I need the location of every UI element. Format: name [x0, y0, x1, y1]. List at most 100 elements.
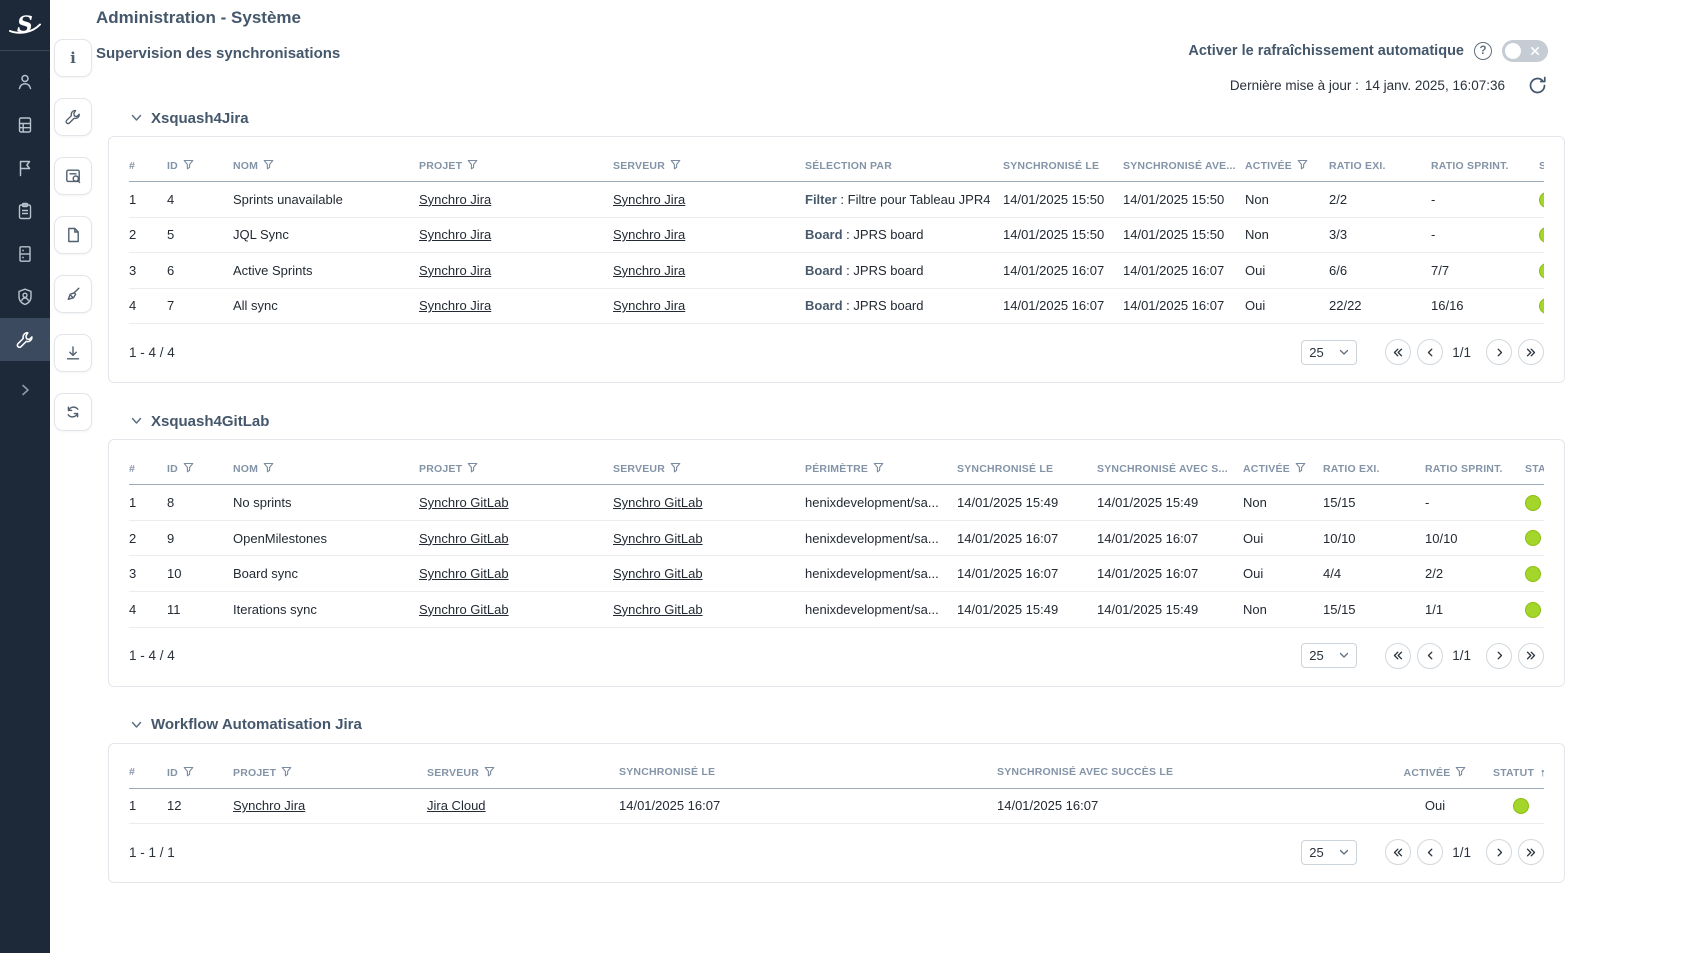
column-header-s-lection-par[interactable]: SÉLECTION PAR [805, 150, 1003, 182]
cell-link[interactable]: Synchro Jira [233, 798, 305, 813]
column-header-statut[interactable]: STATUT↑ [1539, 150, 1544, 182]
cell-link[interactable]: Synchro Jira [613, 227, 685, 242]
page-size-select[interactable]: 25 [1301, 643, 1357, 668]
cell-link[interactable]: Synchro GitLab [613, 495, 703, 510]
column-header-activ-e[interactable]: ACTIVÉE [1243, 453, 1323, 485]
filter-icon[interactable] [183, 159, 194, 170]
filter-icon[interactable] [1295, 462, 1306, 473]
sidebar-item-projects[interactable] [0, 103, 50, 146]
column-header-ratio-exi[interactable]: RATIO EXI. [1323, 453, 1425, 485]
first-page-button[interactable] [1385, 839, 1411, 865]
column-header-statut[interactable]: STATUT↑ [1525, 453, 1544, 485]
refresh-button[interactable] [1527, 75, 1548, 96]
sidebar-item-servers[interactable] [0, 232, 50, 275]
column-header-projet[interactable]: PROJET [233, 757, 427, 789]
cell-link[interactable]: Synchro GitLab [419, 602, 509, 617]
cell-link[interactable]: Synchro Jira [419, 192, 491, 207]
column-header-synchronis-le[interactable]: SYNCHRONISÉ LE [619, 757, 997, 789]
last-page-button[interactable] [1518, 643, 1544, 669]
sidebar-collapse-button[interactable] [0, 368, 50, 411]
next-page-button[interactable] [1486, 339, 1512, 365]
cell-link[interactable]: Synchro Jira [419, 298, 491, 313]
column-header-serveur[interactable]: SERVEUR [613, 453, 805, 485]
sidebar-item-system[interactable] [0, 318, 50, 361]
cell-link[interactable]: Synchro GitLab [613, 566, 703, 581]
column-header-statut[interactable]: STATUT↑ [1493, 757, 1544, 789]
column-header-activ-e[interactable]: ACTIVÉE [1245, 150, 1329, 182]
cell-link[interactable]: Synchro GitLab [613, 602, 703, 617]
column-header-projet[interactable]: PROJET [419, 453, 613, 485]
filter-icon[interactable] [467, 462, 478, 473]
column-header-nom[interactable]: NOM [233, 453, 419, 485]
cell-link[interactable]: Synchro Jira [419, 263, 491, 278]
filter-icon[interactable] [183, 462, 194, 473]
app-logo[interactable]: S [0, 0, 50, 51]
column-header-serveur[interactable]: SERVEUR [613, 150, 805, 182]
filter-icon[interactable] [263, 462, 274, 473]
column-header-synchronis-le[interactable]: SYNCHRONISÉ LE [1003, 150, 1123, 182]
cell-link[interactable]: Synchro Jira [613, 263, 685, 278]
next-page-button[interactable] [1486, 839, 1512, 865]
column-header-id[interactable]: ID [167, 150, 233, 182]
last-page-button[interactable] [1518, 339, 1544, 365]
cell-link[interactable]: Synchro GitLab [613, 531, 703, 546]
sidebar-item-access[interactable] [0, 275, 50, 318]
column-header-nom[interactable]: NOM [233, 150, 419, 182]
first-page-button[interactable] [1385, 643, 1411, 669]
column-header-id[interactable]: ID [167, 453, 233, 485]
column-header-activ-e[interactable]: ACTIVÉE [1385, 757, 1493, 789]
column-header-ratio-sprint[interactable]: RATIO SPRINT. [1425, 453, 1525, 485]
cell-link[interactable]: Synchro GitLab [419, 566, 509, 581]
tab-logs[interactable] [54, 216, 92, 254]
cell-link[interactable]: Synchro Jira [419, 227, 491, 242]
first-page-button[interactable] [1385, 339, 1411, 365]
column-header-projet[interactable]: PROJET [419, 150, 613, 182]
cell-link[interactable]: Synchro GitLab [419, 531, 509, 546]
section-collapse-toggle[interactable]: Xsquash4GitLab [131, 412, 1565, 430]
filter-icon[interactable] [281, 766, 292, 777]
column-header-synchronis-ave[interactable]: SYNCHRONISÉ AVE... [1123, 150, 1245, 182]
column-header-id[interactable]: ID [167, 757, 233, 789]
tab-synchronisations[interactable] [54, 393, 92, 431]
tab-downloads[interactable] [54, 334, 92, 372]
cell-link[interactable]: Jira Cloud [427, 798, 486, 813]
filter-icon[interactable] [873, 462, 884, 473]
page-size-select[interactable]: 25 [1301, 340, 1357, 365]
tab-settings[interactable] [54, 98, 92, 136]
tab-consultation[interactable] [54, 157, 92, 195]
next-page-button[interactable] [1486, 643, 1512, 669]
filter-icon[interactable] [670, 462, 681, 473]
filter-icon[interactable] [1455, 766, 1466, 777]
filter-icon[interactable] [484, 766, 495, 777]
column-header-col[interactable]: # [129, 453, 167, 485]
sort-ascending-icon[interactable]: ↑ [1540, 767, 1544, 779]
filter-icon[interactable] [670, 159, 681, 170]
column-header-synchronis-le[interactable]: SYNCHRONISÉ LE [957, 453, 1097, 485]
filter-icon[interactable] [183, 766, 194, 777]
last-page-button[interactable] [1518, 839, 1544, 865]
cell-link[interactable]: Synchro GitLab [419, 495, 509, 510]
prev-page-button[interactable] [1417, 839, 1443, 865]
column-header-p-rim-tre[interactable]: PÉRIMÈTRE [805, 453, 957, 485]
filter-icon[interactable] [467, 159, 478, 170]
section-collapse-toggle[interactable]: Workflow Automatisation Jira [131, 716, 1565, 734]
sidebar-item-requirements[interactable] [0, 189, 50, 232]
column-header-serveur[interactable]: SERVEUR [427, 757, 619, 789]
filter-icon[interactable] [263, 159, 274, 170]
prev-page-button[interactable] [1417, 643, 1443, 669]
section-collapse-toggle[interactable]: Xsquash4Jira [131, 109, 1565, 127]
cell-link[interactable]: Synchro Jira [613, 298, 685, 313]
cell-link[interactable]: Synchro Jira [613, 192, 685, 207]
column-header-ratio-exi[interactable]: RATIO EXI. [1329, 150, 1431, 182]
help-icon[interactable]: ? [1474, 42, 1492, 60]
sidebar-item-users[interactable] [0, 60, 50, 103]
page-size-select[interactable]: 25 [1301, 840, 1357, 865]
sidebar-item-milestones[interactable] [0, 146, 50, 189]
column-header-col[interactable]: # [129, 757, 167, 789]
column-header-synchronis-avec-s[interactable]: SYNCHRONISÉ AVEC S... [1097, 453, 1243, 485]
column-header-synchronis-avec-succ-s-le[interactable]: SYNCHRONISÉ AVEC SUCCÈS LE [997, 757, 1385, 789]
filter-icon[interactable] [1297, 159, 1308, 170]
column-header-col[interactable]: # [129, 150, 167, 182]
auto-refresh-toggle[interactable] [1502, 40, 1548, 62]
prev-page-button[interactable] [1417, 339, 1443, 365]
